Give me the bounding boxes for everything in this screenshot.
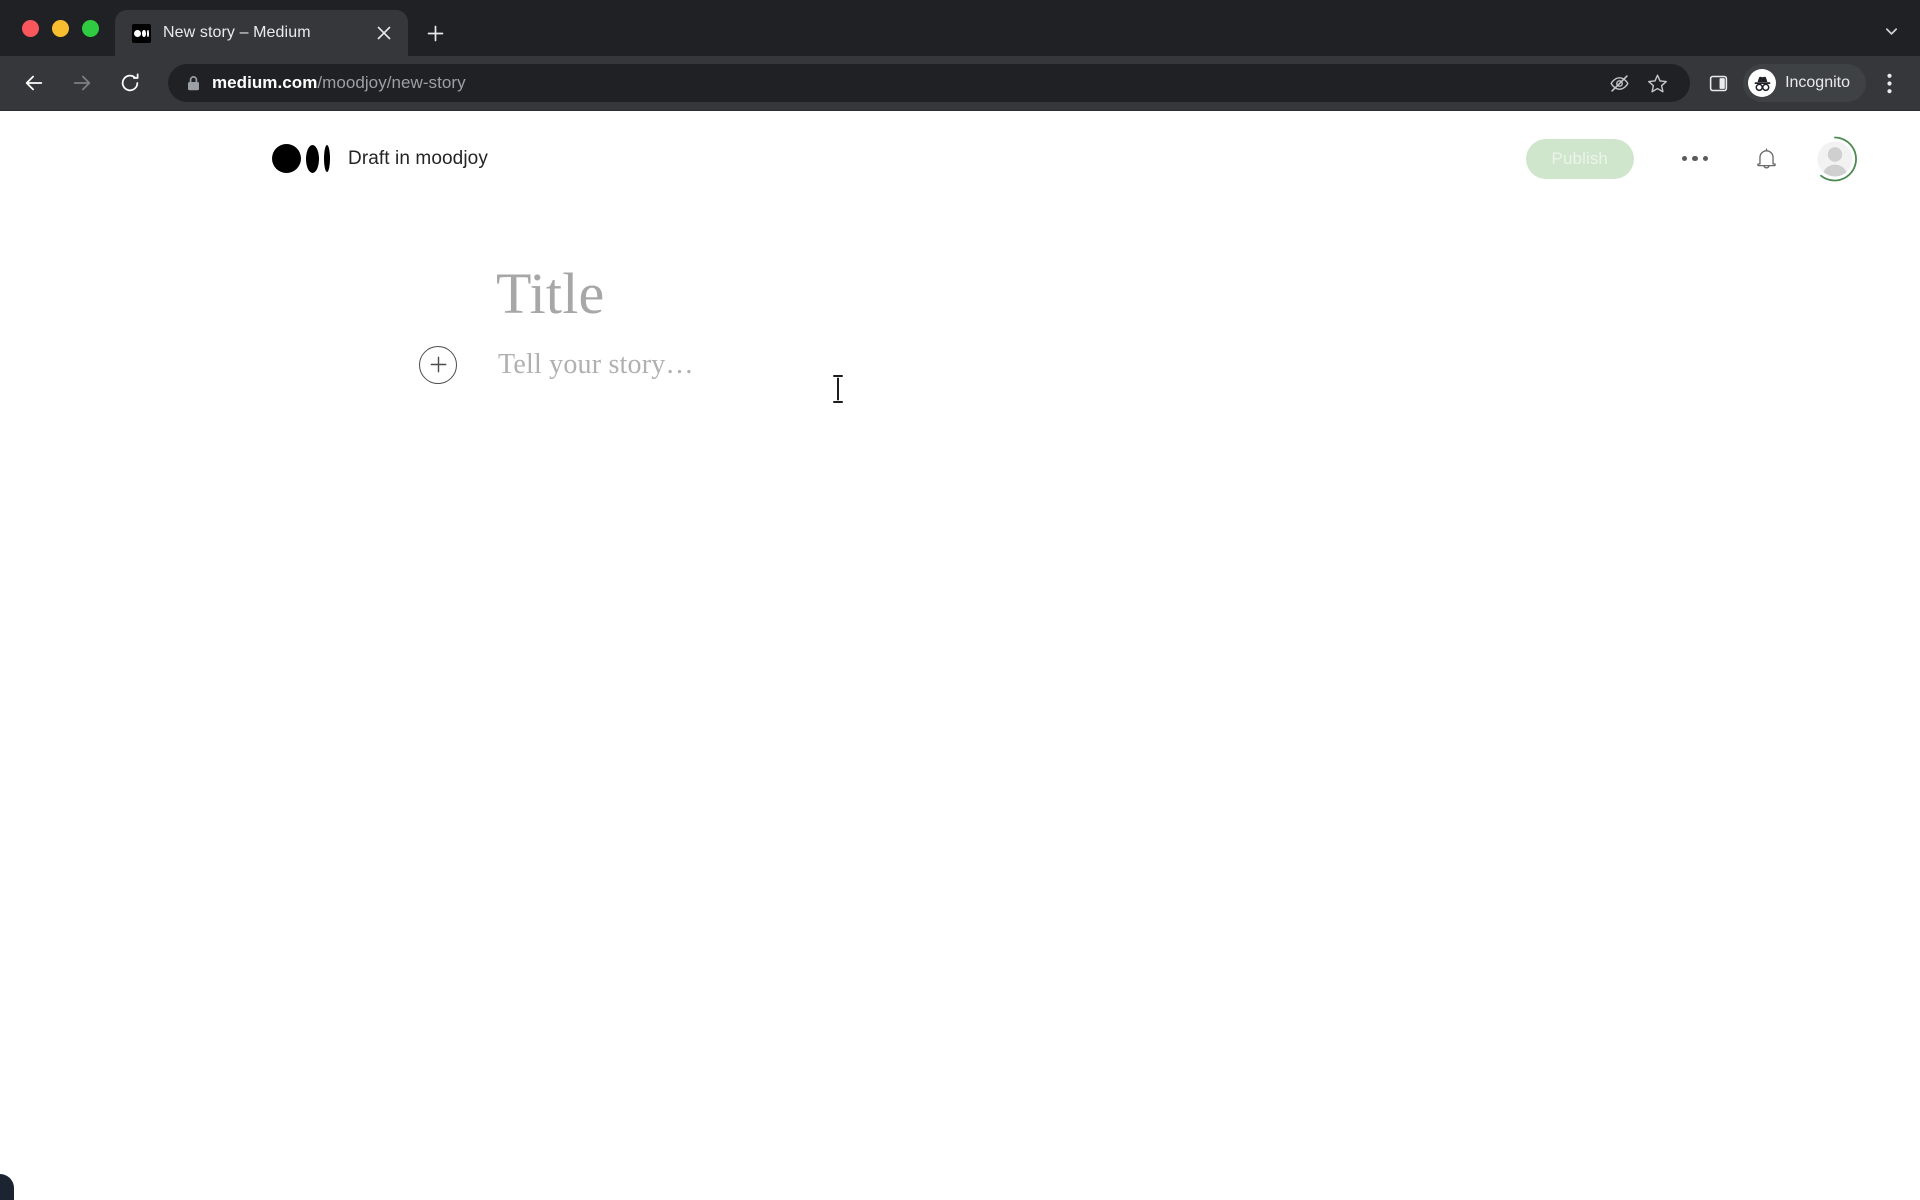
window-maximize-button[interactable] bbox=[82, 19, 99, 37]
lock-icon bbox=[186, 75, 201, 92]
forward-button[interactable] bbox=[63, 64, 101, 102]
window-controls bbox=[14, 0, 115, 56]
star-icon[interactable] bbox=[1638, 64, 1676, 102]
profile-chip-incognito[interactable]: Incognito bbox=[1743, 64, 1866, 102]
url-text: medium.com/moodjoy/new-story bbox=[212, 73, 466, 93]
tab-strip: New story – Medium bbox=[0, 0, 1920, 56]
add-block-plus-icon[interactable] bbox=[419, 345, 457, 384]
medium-app-header: Draft in moodjoy Publish bbox=[0, 111, 1920, 206]
url-path: /moodjoy/new-story bbox=[317, 73, 466, 92]
brand: Draft in moodjoy bbox=[272, 144, 488, 173]
avatar[interactable] bbox=[1810, 134, 1860, 184]
browser-tab-active[interactable]: New story – Medium bbox=[115, 10, 408, 56]
kebab-menu-icon[interactable] bbox=[1872, 64, 1906, 102]
tab-title: New story – Medium bbox=[163, 24, 311, 41]
incognito-icon bbox=[1748, 69, 1777, 97]
window-corner-artifact bbox=[0, 1174, 14, 1200]
url-host: medium.com bbox=[212, 73, 318, 92]
bell-icon[interactable] bbox=[1744, 137, 1788, 181]
side-panel-icon[interactable] bbox=[1699, 64, 1737, 102]
medium-favicon-icon bbox=[132, 23, 151, 43]
story-editor: Title Tell your story… bbox=[0, 206, 1920, 384]
new-tab-button[interactable] bbox=[418, 16, 452, 50]
profile-label: Incognito bbox=[1785, 74, 1850, 91]
window-close-button[interactable] bbox=[22, 19, 39, 37]
browser-window: New story – Medium medium.com/moodjoy/ne… bbox=[0, 0, 1920, 1200]
address-bar[interactable]: medium.com/moodjoy/new-story bbox=[168, 64, 1691, 102]
story-body-row: Tell your story… bbox=[272, 345, 1920, 384]
reload-button[interactable] bbox=[111, 64, 149, 102]
header-actions: Publish bbox=[1525, 134, 1860, 184]
story-title-input[interactable]: Title bbox=[272, 262, 1920, 326]
publish-button[interactable]: Publish bbox=[1525, 138, 1634, 179]
window-minimize-button[interactable] bbox=[52, 19, 69, 37]
page-content: Draft in moodjoy Publish Title Tell your… bbox=[0, 111, 1920, 1200]
back-button[interactable] bbox=[15, 64, 53, 102]
draft-status-label: Draft in moodjoy bbox=[348, 147, 488, 169]
medium-logo-icon[interactable] bbox=[272, 144, 330, 173]
story-body-input[interactable]: Tell your story… bbox=[498, 349, 694, 381]
close-icon[interactable] bbox=[372, 21, 396, 45]
omnibox-actions bbox=[1600, 64, 1676, 102]
eye-slash-icon[interactable] bbox=[1600, 64, 1638, 102]
browser-toolbar: medium.com/moodjoy/new-story Incognito bbox=[0, 56, 1920, 111]
tab-search-button[interactable] bbox=[1876, 16, 1906, 46]
more-options-icon[interactable] bbox=[1670, 137, 1720, 181]
